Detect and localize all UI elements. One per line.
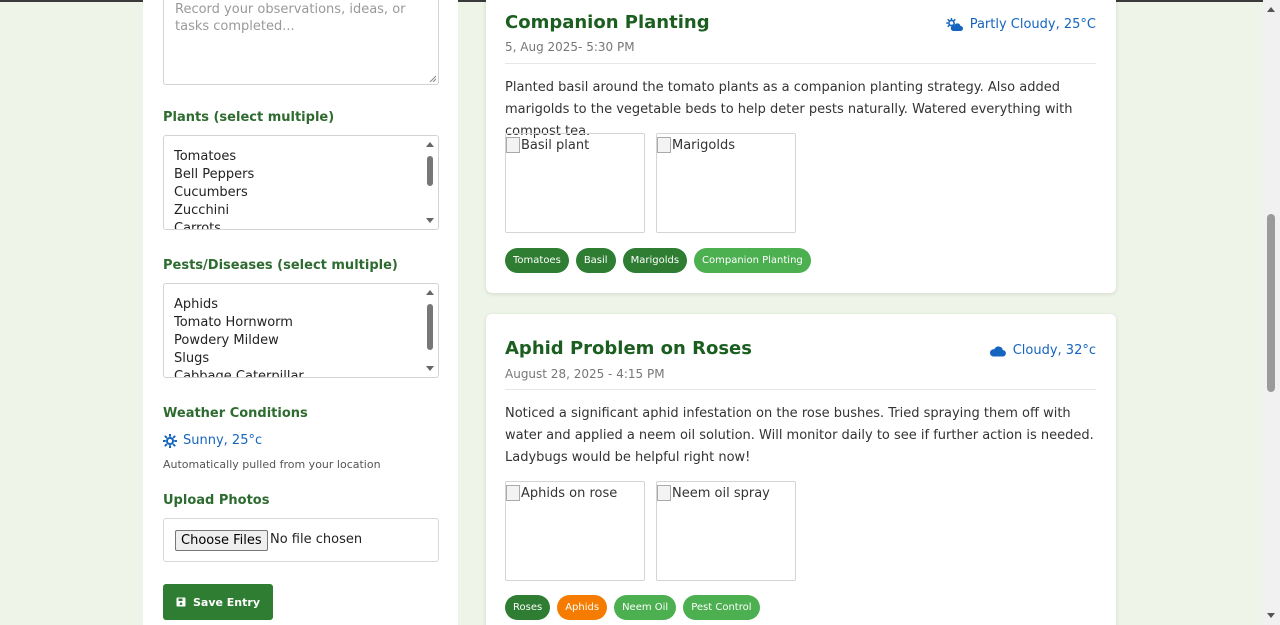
plant-option[interactable]: Carrots	[174, 220, 254, 229]
current-weather-value: Sunny, 25°c	[183, 433, 263, 448]
pest-option[interactable]: Cabbage Caterpillar	[174, 368, 304, 377]
entry-tags: Roses Aphids Neem Oil Pest Control	[505, 595, 760, 620]
plants-scrollbar[interactable]	[423, 136, 438, 229]
plant-option[interactable]: Cucumbers	[174, 184, 254, 202]
tag[interactable]: Aphids	[557, 595, 608, 620]
scroll-thumb[interactable]	[427, 304, 433, 350]
pests-scrollbar[interactable]	[423, 284, 438, 377]
entry-title: Aphid Problem on Roses	[505, 338, 752, 359]
upload-photos-label: Upload Photos	[163, 493, 270, 508]
pests-multiselect[interactable]: Aphids Tomato Hornworm Powdery Mildew Sl…	[163, 283, 439, 378]
scroll-down-arrow-icon[interactable]	[426, 366, 434, 371]
notes-placeholder: Record your observations, ideas, or task…	[175, 2, 406, 34]
broken-image-icon	[657, 137, 671, 153]
entry-weather: Cloudy, 32°c	[989, 343, 1096, 358]
tag[interactable]: Basil	[575, 248, 616, 273]
entry-weather-text: Cloudy, 32°c	[1012, 343, 1096, 358]
entry-weather: Partly Cloudy, 25°C	[945, 17, 1096, 32]
entry-title: Companion Planting	[505, 12, 710, 33]
weather-helper-text: Automatically pulled from your location	[163, 458, 381, 471]
sun-icon	[163, 433, 177, 448]
weather-conditions-label: Weather Conditions	[163, 406, 308, 421]
entry-divider	[505, 63, 1096, 64]
cloud-sun-icon	[945, 17, 963, 31]
photo-alt-text: Basil plant	[521, 137, 590, 153]
pest-option[interactable]: Aphids	[174, 296, 304, 314]
plant-option[interactable]: Zucchini	[174, 202, 254, 220]
plant-option[interactable]: Tomatoes	[174, 148, 254, 166]
scroll-thumb[interactable]	[427, 156, 433, 186]
pest-option[interactable]: Slugs	[174, 350, 304, 368]
cloud-icon	[989, 345, 1006, 357]
plants-multiselect[interactable]: Tomatoes Bell Peppers Cucumbers Zucchini…	[163, 135, 439, 230]
scroll-down-arrow-icon[interactable]	[426, 218, 434, 223]
tag[interactable]: Companion Planting	[694, 248, 811, 273]
pest-option[interactable]: Powdery Mildew	[174, 332, 304, 350]
entry-date: 5, Aug 2025- 5:30 PM	[505, 40, 635, 54]
plants-label: Plants (select multiple)	[163, 110, 335, 125]
entry-divider	[505, 389, 1096, 390]
pests-label: Pests/Diseases (select multiple)	[163, 258, 398, 273]
entry-photo[interactable]: Marigolds	[656, 133, 796, 233]
tag[interactable]: Neem Oil	[614, 595, 677, 620]
journal-entry-card: Aphid Problem on Roses Cloudy, 32°c Augu…	[486, 314, 1116, 625]
save-entry-label: Save Entry	[192, 595, 260, 609]
entry-photo[interactable]: Aphids on rose	[505, 481, 645, 581]
broken-image-icon	[506, 137, 520, 153]
photo-alt-text: Aphids on rose	[521, 485, 618, 501]
scroll-up-arrow-icon[interactable]	[426, 290, 434, 295]
tag[interactable]: Pest Control	[683, 595, 760, 620]
broken-image-icon	[657, 485, 671, 501]
no-file-text: No file chosen	[270, 532, 363, 547]
journal-entry-card: Companion Planting Partly Cloudy, 25°C 5…	[486, 0, 1116, 293]
entry-photo[interactable]: Neem oil spray	[656, 481, 796, 581]
page-scrollbar[interactable]	[1263, 0, 1280, 625]
save-icon	[176, 597, 186, 607]
tag[interactable]: Roses	[505, 595, 551, 620]
photo-alt-text: Neem oil spray	[672, 485, 770, 501]
save-entry-button[interactable]: Save Entry	[163, 584, 273, 620]
scroll-down-arrow-icon[interactable]	[1267, 613, 1275, 618]
photo-upload-field[interactable]: Choose Files No file chosen	[163, 518, 439, 562]
entry-body: Noticed a significant aphid infestation …	[505, 406, 1094, 465]
new-entry-form: Record your observations, ideas, or task…	[143, 0, 458, 625]
current-weather: Sunny, 25°c	[163, 433, 262, 448]
page-scroll-thumb[interactable]	[1267, 214, 1275, 392]
broken-image-icon	[506, 485, 520, 501]
entry-tags: Tomatoes Basil Marigolds Companion Plant…	[505, 248, 811, 273]
plant-option[interactable]: Bell Peppers	[174, 166, 254, 184]
entry-date: August 28, 2025 - 4:15 PM	[505, 367, 665, 381]
scroll-up-arrow-icon[interactable]	[426, 142, 434, 147]
scroll-up-arrow-icon[interactable]	[1267, 7, 1275, 12]
pest-option[interactable]: Tomato Hornworm	[174, 314, 304, 332]
tag[interactable]: Marigolds	[622, 248, 688, 273]
photo-alt-text: Marigolds	[672, 137, 735, 153]
entry-weather-text: Partly Cloudy, 25°C	[969, 17, 1096, 32]
resize-grip-icon[interactable]	[429, 75, 436, 82]
choose-files-button[interactable]: Choose Files	[175, 530, 268, 551]
tag[interactable]: Tomatoes	[505, 248, 569, 273]
entry-photo[interactable]: Basil plant	[505, 133, 645, 233]
notes-textarea[interactable]: Record your observations, ideas, or task…	[163, 0, 439, 85]
